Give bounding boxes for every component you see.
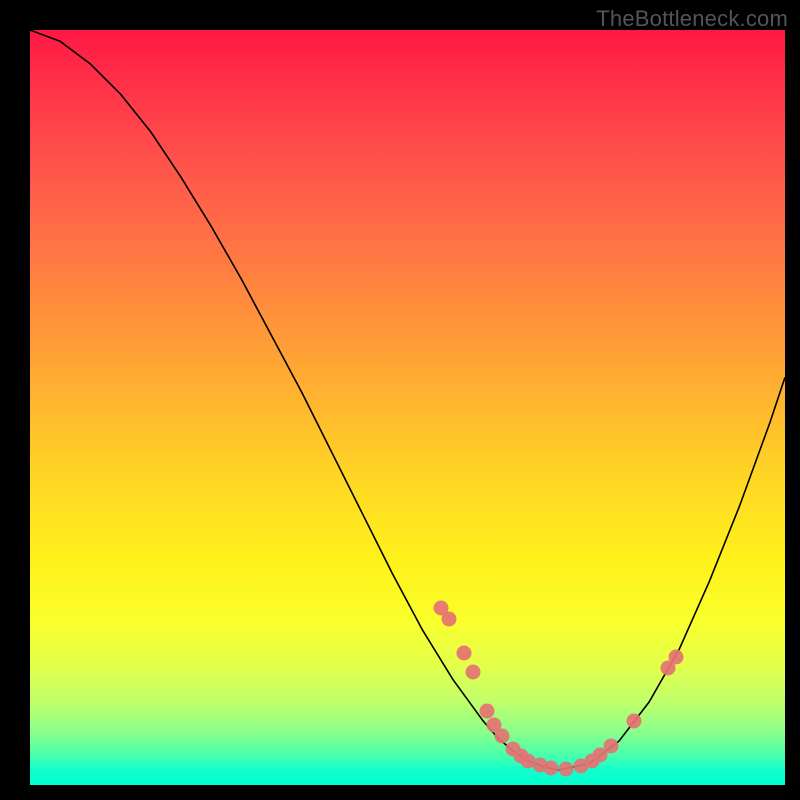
watermark-text: TheBottleneck.com [596,6,788,32]
data-point [627,713,642,728]
data-point [494,728,509,743]
data-point [559,762,574,777]
data-point [442,611,457,626]
data-point [466,664,481,679]
plot-area [30,30,785,785]
data-point [604,738,619,753]
data-point [668,649,683,664]
data-point [543,761,558,776]
data-point [457,645,472,660]
data-points-layer [30,30,785,785]
